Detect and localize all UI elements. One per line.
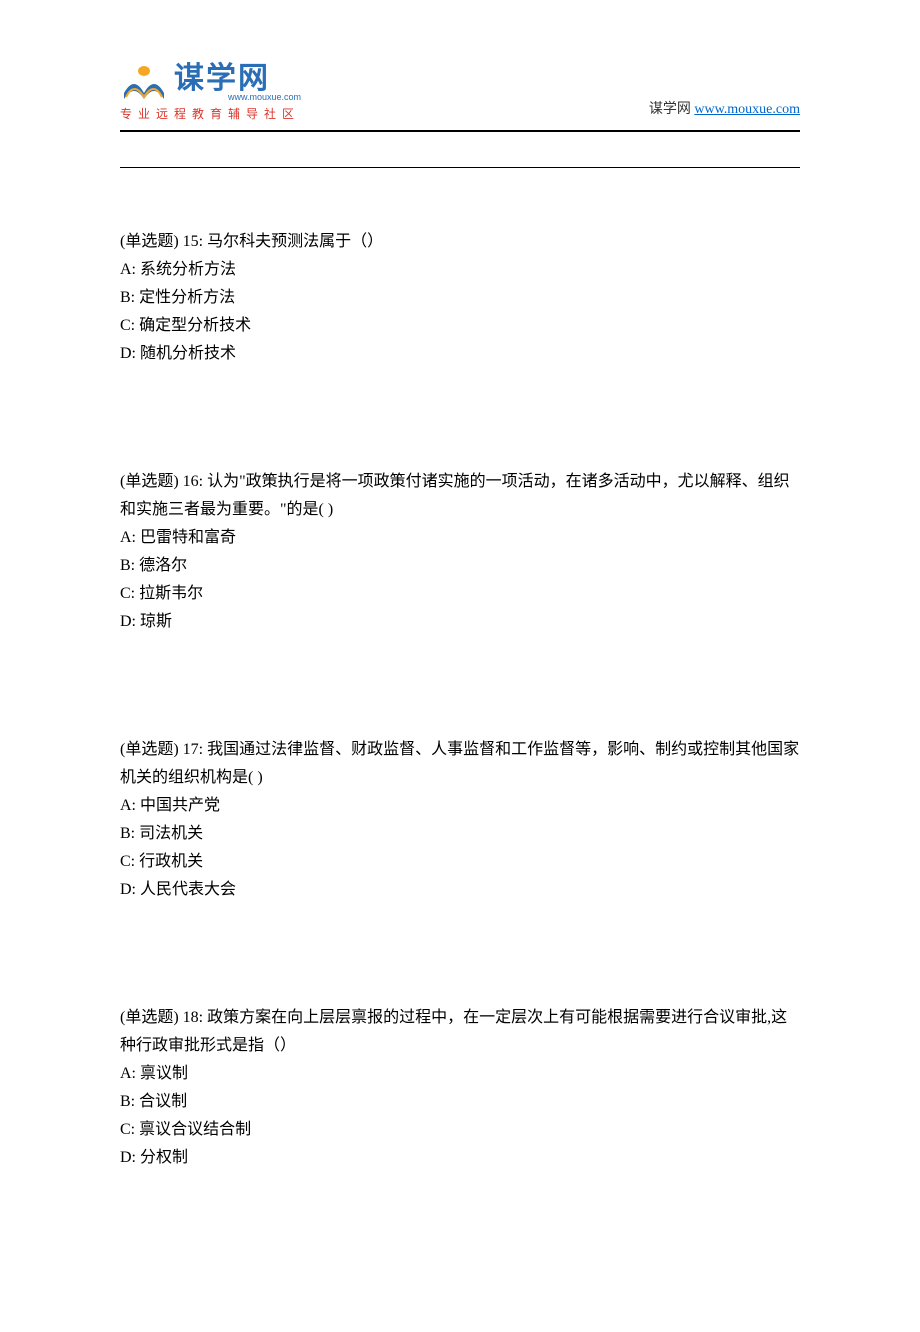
logo-text-wrap: 谋学网 www.mouxue.com	[174, 64, 301, 102]
header-site-name: 谋学网	[649, 102, 691, 117]
logo-url-text: www.mouxue.com	[228, 92, 301, 102]
question-option: C: 确定型分析技术	[120, 312, 800, 340]
question-option: D: 人民代表大会	[120, 876, 800, 904]
question-option: A: 巴雷特和富奇	[120, 524, 800, 552]
question-option: B: 司法机关	[120, 820, 800, 848]
header-right: 谋学网 www.mouxue.com	[649, 98, 800, 122]
question-option: D: 琼斯	[120, 608, 800, 636]
question-stem-text: 政策方案在向上层层禀报的过程中，在一定层次上有可能根据需要进行合议审批,这种行政…	[120, 1009, 787, 1054]
question-stem-text: 马尔科夫预测法属于（）	[203, 233, 383, 250]
logo-icon	[120, 63, 168, 103]
question-option: D: 分权制	[120, 1144, 800, 1172]
inner-divider	[120, 167, 800, 168]
question-18: (单选题) 18: 政策方案在向上层层禀报的过程中，在一定层次上有可能根据需要进…	[120, 1004, 800, 1172]
question-stem: (单选题) 15: 马尔科夫预测法属于（）	[120, 228, 800, 256]
question-type-label: (单选题) 16:	[120, 473, 203, 490]
question-type-label: (单选题) 17:	[120, 741, 203, 758]
question-stem: (单选题) 16: 认为"政策执行是将一项政策付诸实施的一项活动，在诸多活动中，…	[120, 468, 800, 524]
question-stem-text: 认为"政策执行是将一项政策付诸实施的一项活动，在诸多活动中，尤以解释、组织和实施…	[120, 473, 790, 518]
question-option: A: 中国共产党	[120, 792, 800, 820]
question-option: A: 禀议制	[120, 1060, 800, 1088]
document-page: 谋学网 www.mouxue.com 专业远程教育辅导社区 谋学网 www.mo…	[0, 0, 920, 1332]
question-option: C: 禀议合议结合制	[120, 1116, 800, 1144]
question-17: (单选题) 17: 我国通过法律监督、财政监督、人事监督和工作监督等，影响、制约…	[120, 736, 800, 904]
page-header: 谋学网 www.mouxue.com 专业远程教育辅导社区 谋学网 www.mo…	[120, 60, 800, 122]
question-15: (单选题) 15: 马尔科夫预测法属于（） A: 系统分析方法 B: 定性分析方…	[120, 228, 800, 368]
question-16: (单选题) 16: 认为"政策执行是将一项政策付诸实施的一项活动，在诸多活动中，…	[120, 468, 800, 636]
question-option: B: 定性分析方法	[120, 284, 800, 312]
logo-tagline: 专业远程教育辅导社区	[120, 105, 300, 122]
logo-block: 谋学网 www.mouxue.com 专业远程教育辅导社区	[120, 63, 301, 122]
question-option: A: 系统分析方法	[120, 256, 800, 284]
question-type-label: (单选题) 15:	[120, 233, 203, 250]
question-option: B: 德洛尔	[120, 552, 800, 580]
question-option: C: 行政机关	[120, 848, 800, 876]
header-site-link[interactable]: www.mouxue.com	[694, 102, 800, 117]
question-stem-text: 我国通过法律监督、财政监督、人事监督和工作监督等，影响、制约或控制其他国家机关的…	[120, 741, 799, 786]
question-option: D: 随机分析技术	[120, 340, 800, 368]
header-divider	[120, 130, 800, 132]
question-stem: (单选题) 18: 政策方案在向上层层禀报的过程中，在一定层次上有可能根据需要进…	[120, 1004, 800, 1060]
question-type-label: (单选题) 18:	[120, 1009, 203, 1026]
logo-brand-text: 谋学网	[174, 64, 301, 94]
question-option: C: 拉斯韦尔	[120, 580, 800, 608]
question-option: B: 合议制	[120, 1088, 800, 1116]
logo-top-row: 谋学网 www.mouxue.com	[120, 63, 301, 103]
question-stem: (单选题) 17: 我国通过法律监督、财政监督、人事监督和工作监督等，影响、制约…	[120, 736, 800, 792]
